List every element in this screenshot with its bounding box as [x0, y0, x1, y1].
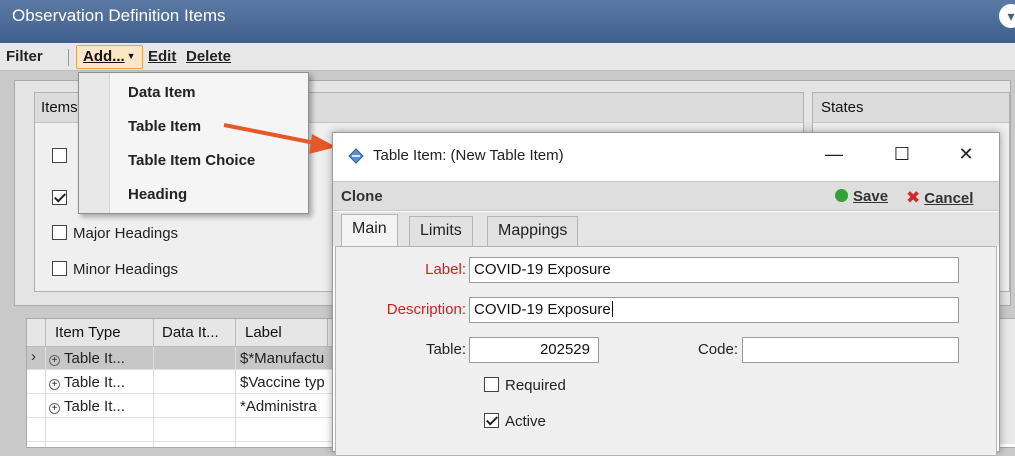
- required-label: Required: [505, 377, 566, 394]
- tab-main[interactable]: Main: [341, 214, 398, 247]
- grid-line: [153, 347, 154, 447]
- minor-headings-checkbox[interactable]: Minor Headings: [52, 261, 178, 278]
- items-checkbox-1[interactable]: [52, 148, 73, 165]
- column-divider: [235, 319, 236, 347]
- row-label: $Vaccine typ: [240, 374, 325, 391]
- items-checkbox-2[interactable]: [52, 190, 73, 207]
- column-item-type[interactable]: Item Type: [55, 324, 121, 341]
- checkbox[interactable]: [484, 377, 499, 392]
- minimize-icon[interactable]: —: [821, 141, 847, 167]
- grid-line: [45, 347, 46, 447]
- clone-label: Clone: [341, 188, 383, 205]
- filter-label: Filter: [6, 48, 43, 65]
- window-title: Observation Definition Items: [12, 6, 226, 25]
- edit-label: Edit: [148, 48, 177, 65]
- main-tab-panel: Label: COVID-19 Exposure Description: CO…: [335, 246, 997, 456]
- checkbox[interactable]: [52, 225, 67, 240]
- menu-item-heading[interactable]: Heading: [128, 186, 187, 203]
- delete-label: Delete: [186, 48, 232, 65]
- checkbox-checked[interactable]: [484, 413, 499, 428]
- table-item-dialog: Table Item: (New Table Item) — ☐ ✕ Clone…: [332, 132, 1000, 456]
- row-item-type: + Table It...: [49, 374, 125, 391]
- menu-item-table-item[interactable]: Table Item: [128, 118, 201, 135]
- column-divider: [153, 319, 154, 347]
- text-cursor: [611, 301, 613, 317]
- row-item-type: + Table It...: [49, 398, 125, 415]
- save-label: Save: [853, 188, 889, 205]
- row-item-type: + Table It...: [49, 350, 125, 367]
- table-caption: Table:: [425, 341, 466, 358]
- row-label: *Administra: [240, 398, 317, 415]
- states-header: States: [813, 93, 1009, 123]
- active-label: Active: [505, 413, 546, 430]
- cancel-icon: ✖: [906, 188, 921, 207]
- dialog-tabs: Main Limits Mappings: [333, 212, 999, 247]
- column-label[interactable]: Label: [245, 324, 282, 341]
- window-titlebar: Observation Definition Items: [0, 0, 1015, 43]
- add-dropdown-menu: Data Item Table Item Table Item Choice H…: [78, 72, 309, 214]
- code-caption: Code:: [697, 341, 738, 358]
- filter-menu[interactable]: Filter: [6, 48, 43, 65]
- active-checkbox[interactable]: Active: [484, 413, 546, 430]
- column-data-item[interactable]: Data It...: [162, 324, 219, 341]
- minor-headings-label: Minor Headings: [73, 261, 179, 278]
- item-type-text: Table It...: [64, 374, 125, 391]
- menu-item-data-item[interactable]: Data Item: [128, 84, 196, 101]
- item-type-text: Table It...: [64, 350, 125, 367]
- description-caption: Description:: [386, 301, 466, 318]
- checkbox[interactable]: [52, 148, 67, 163]
- item-type-text: Table It...: [64, 398, 125, 415]
- dropdown-caret-icon: ▼: [126, 51, 136, 61]
- save-icon: [835, 189, 848, 202]
- maximize-icon[interactable]: ☐: [889, 141, 915, 167]
- edit-menu[interactable]: Edit: [148, 48, 176, 65]
- table-field[interactable]: 202529: [469, 337, 599, 363]
- checkbox-checked[interactable]: [52, 190, 67, 205]
- checkbox[interactable]: [52, 261, 67, 276]
- menu-icon-strip: [79, 73, 110, 213]
- description-text: COVID-19 Exposure: [474, 301, 611, 318]
- code-field[interactable]: [742, 337, 959, 363]
- table-item-icon: [348, 148, 364, 164]
- dialog-title: Table Item: (New Table Item): [373, 147, 564, 164]
- label-field[interactable]: COVID-19 Exposure: [469, 257, 959, 283]
- menu-item-table-item-choice[interactable]: Table Item Choice: [128, 152, 255, 169]
- major-headings-label: Major Headings: [73, 225, 179, 242]
- label-caption: Label:: [425, 261, 466, 278]
- tab-mappings[interactable]: Mappings: [487, 216, 579, 246]
- delete-menu[interactable]: Delete: [186, 48, 231, 65]
- cancel-label: Cancel: [924, 190, 974, 207]
- cancel-button[interactable]: ✖ Cancel: [906, 188, 973, 208]
- save-button[interactable]: Save: [835, 188, 888, 205]
- menu-separator: [68, 49, 69, 66]
- grid-scrollbar[interactable]: [999, 319, 1015, 444]
- tab-limits[interactable]: Limits: [409, 216, 473, 246]
- close-icon[interactable]: ✕: [953, 141, 979, 167]
- expand-icon[interactable]: +: [49, 355, 60, 366]
- add-label: Add...: [83, 48, 125, 65]
- major-headings-checkbox[interactable]: Major Headings: [52, 225, 178, 242]
- add-menu-button[interactable]: Add... ▼: [76, 45, 143, 69]
- menu-bar: Filter Add... ▼ Edit Delete: [0, 43, 1015, 71]
- clone-button[interactable]: Clone: [341, 188, 383, 205]
- grid-line: [235, 347, 236, 447]
- required-checkbox[interactable]: Required: [484, 377, 566, 394]
- column-divider: [45, 319, 46, 347]
- expand-icon[interactable]: +: [49, 403, 60, 414]
- expand-icon[interactable]: +: [49, 379, 60, 390]
- description-field[interactable]: COVID-19 Exposure: [469, 297, 959, 323]
- dialog-toolbar: Clone Save ✖ Cancel: [333, 181, 999, 211]
- row-label: $*Manufactu: [240, 350, 325, 367]
- current-row-arrow-icon: ›: [31, 348, 36, 365]
- column-divider: [327, 319, 328, 347]
